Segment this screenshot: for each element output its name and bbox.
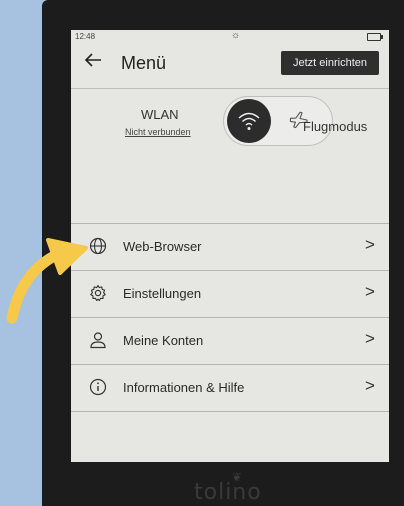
chevron-right-icon: > [365, 376, 375, 395]
menu-item-web-browser[interactable]: Web-Browser > [71, 224, 389, 270]
menu-item-label: Web-Browser [123, 239, 202, 254]
frontlight-icon[interactable]: ☼ [231, 31, 240, 41]
page-title: Menü [121, 53, 167, 73]
brand-mark-icon: ❦ [232, 470, 243, 484]
toggle-knob-wlan[interactable] [227, 99, 271, 143]
header: Menü Jetzt einrichten [71, 46, 389, 80]
menu-item-settings[interactable]: Einstellungen > [71, 271, 389, 317]
chevron-right-icon: > [365, 329, 375, 348]
setup-now-button[interactable]: Jetzt einrichten [281, 51, 379, 75]
chevron-right-icon: > [365, 282, 375, 301]
info-icon [89, 378, 107, 396]
ereader-screen: 12:48 ☼ Menü Jetzt einrichten WLAN Nicht… [71, 30, 389, 462]
chevron-right-icon: > [365, 235, 375, 254]
highlight-arrow-icon [6, 238, 88, 324]
menu-item-my-accounts[interactable]: Meine Konten > [71, 318, 389, 364]
battery-icon [367, 33, 383, 41]
list-divider [71, 411, 389, 412]
menu-item-label: Einstellungen [123, 286, 202, 301]
wifi-icon [238, 112, 260, 130]
menu-item-label: Meine Konten [123, 333, 204, 348]
wlan-label: WLAN [141, 107, 179, 122]
menu-item-label: Informationen & Hilfe [123, 380, 245, 395]
wlan-status-link[interactable]: Nicht verbunden [125, 127, 191, 137]
status-bar: 12:48 ☼ [71, 30, 389, 44]
header-divider [71, 88, 389, 89]
brand-logo: tolino [194, 480, 262, 505]
flight-mode-label: Flugmodus [303, 119, 368, 134]
menu-item-info-help[interactable]: Informationen & Hilfe > [71, 365, 389, 411]
